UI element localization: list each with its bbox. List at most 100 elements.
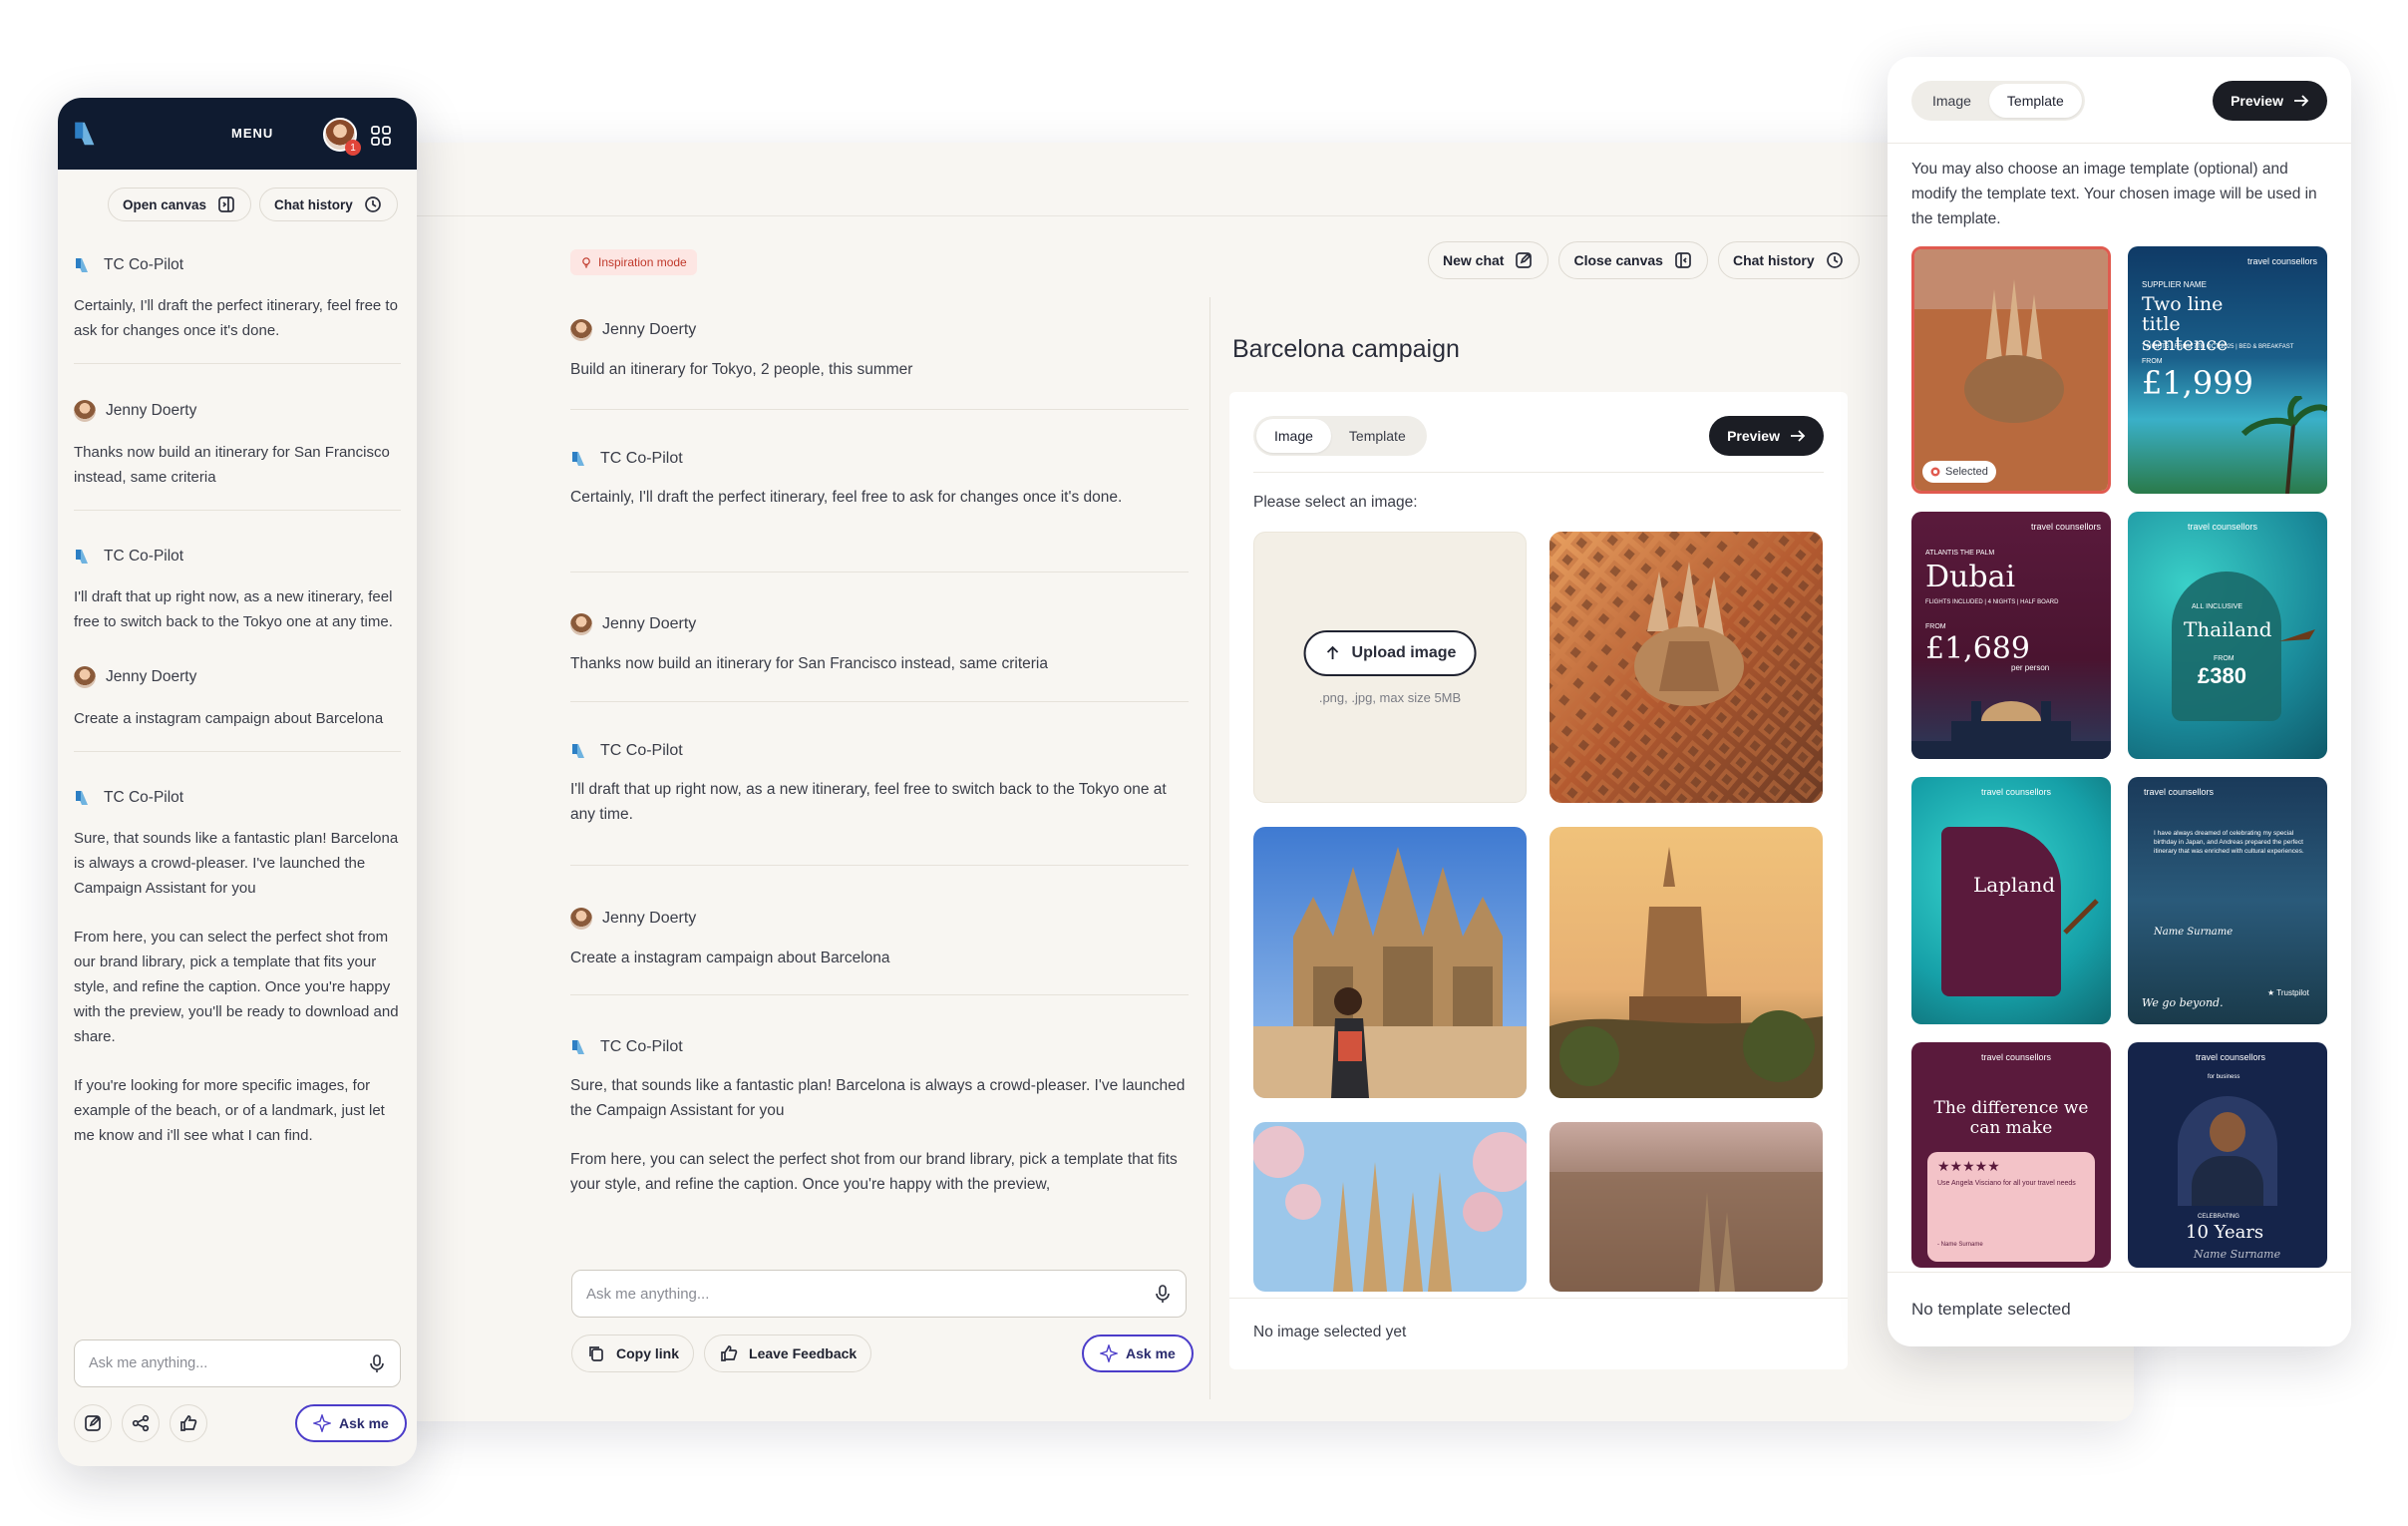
portrait-body xyxy=(2192,1156,2263,1206)
template-quote-card: ★★★★★ Use Angela Visciano for all your t… xyxy=(1927,1152,2095,1262)
template-card-dubai[interactable]: travel counsellors ATLANTIS THE PALM Dub… xyxy=(1911,512,2111,759)
avatar xyxy=(74,666,96,688)
template-title: Dubai xyxy=(1925,560,2016,594)
tibidabo-church-photo[interactable] xyxy=(1549,827,1823,1098)
sagrada-blossom-image xyxy=(1253,1122,1527,1292)
chat-input[interactable]: Ask me anything... xyxy=(571,1270,1187,1318)
arrow-right-icon xyxy=(2294,95,2309,107)
template-name: Name Surname xyxy=(2154,927,2234,938)
sender-name: TC Co-Pilot xyxy=(104,548,184,565)
barcelona-dusk-image xyxy=(1549,1122,1823,1292)
chat-history-button[interactable]: Chat history xyxy=(1717,241,1860,279)
template-card-testimonial[interactable]: travel counsellors I have always dreamed… xyxy=(2128,777,2327,1024)
close-canvas-button[interactable]: Close canvas xyxy=(1558,241,1708,279)
template-card-anniversary[interactable]: travel counsellors for business CELEBRAT… xyxy=(2128,1042,2327,1268)
copy-link-button[interactable]: Copy link xyxy=(571,1335,695,1372)
tc-logo-icon[interactable] xyxy=(72,118,104,150)
canvas-preview-button[interactable]: Preview xyxy=(1709,416,1824,456)
panel-expand-icon xyxy=(218,196,234,212)
template-kicker: ALL INCLUSIVE xyxy=(2192,603,2243,610)
inspiration-mode-badge: Inspiration mode xyxy=(570,249,697,275)
tab-image[interactable]: Image xyxy=(1256,419,1331,453)
menu-button[interactable]: MENU xyxy=(231,126,273,141)
tab-template[interactable]: Template xyxy=(1988,84,2082,118)
panel-tabs: Image Template xyxy=(1911,81,2085,121)
badge-label: Inspiration mode xyxy=(598,255,687,269)
mobile-ask-me-button[interactable]: Ask me xyxy=(295,1404,407,1442)
barcelona-aerial-image xyxy=(1914,249,2108,491)
share-icon xyxy=(132,1414,150,1432)
thumbs-up-button[interactable] xyxy=(170,1404,207,1442)
template-card-difference[interactable]: travel counsellors The difference we can… xyxy=(1911,1042,2111,1268)
chat-message: TC Co-Pilot Certainly, I'll draft the pe… xyxy=(570,449,1189,510)
tab-image[interactable]: Image xyxy=(1914,84,1989,118)
upload-image-button[interactable]: Upload image xyxy=(1303,630,1477,676)
message-text: Build an itinerary for Tokyo, 2 people, … xyxy=(570,361,913,378)
template-name: Name Surname xyxy=(2194,1248,2281,1261)
upload-hint: .png, .jpg, max size 5MB xyxy=(1318,690,1462,705)
open-canvas-button[interactable]: Open canvas xyxy=(108,188,252,221)
divider xyxy=(74,510,401,511)
tc-logo-icon xyxy=(572,1040,584,1054)
kayak-icon xyxy=(2063,899,2099,935)
sender-name: Jenny Doerty xyxy=(106,402,197,419)
tab-template[interactable]: Template xyxy=(1331,419,1424,453)
panel-description: You may also choose an image template (o… xyxy=(1911,161,2317,227)
panel-collapse-icon xyxy=(1675,252,1691,268)
message-text: Create a instagram campaign about Barcel… xyxy=(74,710,384,727)
new-chat-button[interactable]: New chat xyxy=(1428,241,1549,279)
mobile-chat-history-button[interactable]: Chat history xyxy=(259,188,398,221)
tc-logo-icon xyxy=(76,791,88,805)
divider xyxy=(1888,143,2351,144)
blossom-sagrada-photo[interactable] xyxy=(1253,1122,1527,1292)
panel-preview-button[interactable]: Preview xyxy=(2213,81,2327,121)
template-title: 10 Years xyxy=(2186,1222,2264,1243)
template-per: per person xyxy=(2011,663,2050,672)
template-quote: I have always dreamed of celebrating my … xyxy=(2154,830,2304,855)
template-kicker: CELEBRATING xyxy=(2198,1214,2239,1220)
new-chat-label: New chat xyxy=(1443,252,1505,268)
gothic-cathedral-photo[interactable] xyxy=(1253,827,1527,1098)
template-card-beach[interactable]: travel counsellors SUPPLIER NAME Two lin… xyxy=(2128,246,2327,494)
apps-grid-icon[interactable] xyxy=(370,125,392,147)
chat-input-placeholder: Ask me anything... xyxy=(89,1355,208,1371)
chat-message: TC Co-Pilot Sure, that sounds like a fan… xyxy=(74,788,401,1148)
divider xyxy=(74,363,401,364)
portrait-frame xyxy=(2178,1096,2277,1206)
template-panel: Image Template Preview You may also choo… xyxy=(1888,57,2351,1346)
chat-message: TC Co-Pilot I'll draft that up right now… xyxy=(74,547,401,634)
edit-button[interactable] xyxy=(74,1404,112,1442)
mobile-chat-input[interactable]: Ask me anything... xyxy=(74,1339,401,1387)
chat-message: TC Co-Pilot I'll draft that up right now… xyxy=(570,741,1189,827)
trustpilot-rating: ★ Trustpilot xyxy=(2267,988,2309,997)
template-title: The difference we can make xyxy=(1933,1098,2089,1138)
template-card-lapland[interactable]: travel counsellors Lapland xyxy=(1911,777,2111,1024)
message-text: Sure, that sounds like a fantastic plan!… xyxy=(570,1077,1186,1119)
share-button[interactable] xyxy=(122,1404,160,1442)
leave-feedback-button[interactable]: Leave Feedback xyxy=(704,1335,872,1372)
template-supplier: SUPPLIER NAME xyxy=(2142,280,2207,289)
microphone-icon[interactable] xyxy=(1154,1284,1172,1304)
template-card-thailand[interactable]: travel counsellors ALL INCLUSIVE Thailan… xyxy=(2128,512,2327,759)
divider xyxy=(570,701,1189,702)
message-text: Thanks now build an itinerary for San Fr… xyxy=(74,444,390,486)
message-text: Certainly, I'll draft the perfect itiner… xyxy=(570,489,1123,506)
longtail-boat-icon xyxy=(2279,629,2315,641)
portrait-head xyxy=(2210,1112,2245,1152)
city-dusk-photo[interactable] xyxy=(1549,1122,1823,1292)
template-kicker: ATLANTIS THE PALM xyxy=(1925,550,1995,557)
template-card-selected[interactable]: Selected xyxy=(1911,246,2111,494)
copy-icon xyxy=(589,1346,603,1361)
sender-name: Jenny Doerty xyxy=(602,321,697,338)
canvas-title: Barcelona campaign xyxy=(1232,335,1460,363)
barcelona-aerial-photo[interactable] xyxy=(1549,532,1823,803)
mobile-toolbar: Open canvas Chat history xyxy=(108,188,398,221)
ask-me-button[interactable]: Ask me xyxy=(1082,1335,1194,1372)
chat-history-label: Chat history xyxy=(1732,252,1815,268)
image-select-prompt: Please select an image: xyxy=(1253,494,1418,511)
copy-link-label: Copy link xyxy=(616,1345,680,1361)
divider xyxy=(1229,1298,1848,1299)
upload-tile[interactable]: Upload image .png, .jpg, max size 5MB xyxy=(1253,532,1527,803)
microphone-icon[interactable] xyxy=(368,1353,386,1373)
